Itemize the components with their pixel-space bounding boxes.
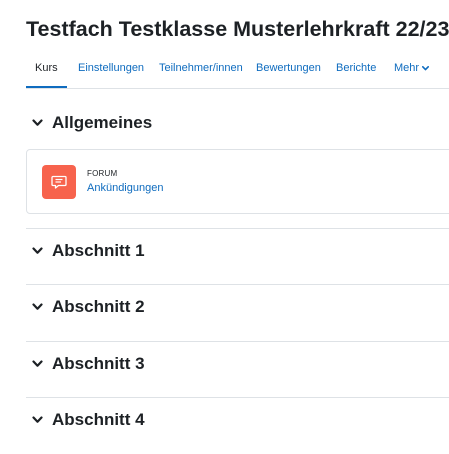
tab-einstellungen[interactable]: Einstellungen: [78, 48, 144, 88]
section-header-abschnitt-1[interactable]: Abschnitt 1: [26, 236, 145, 266]
section-header-allgemeines[interactable]: Allgemeines: [26, 108, 152, 138]
forum-icon[interactable]: [42, 165, 76, 199]
tab-kurs[interactable]: Kurs: [26, 48, 67, 88]
section-divider: [26, 341, 449, 342]
chevron-down-icon[interactable]: [30, 300, 44, 314]
section-header-abschnitt-2[interactable]: Abschnitt 2: [26, 292, 145, 322]
chevron-down-icon: [422, 48, 430, 88]
chevron-down-icon[interactable]: [30, 413, 44, 427]
course-page: Testfach Testklasse Musterlehrkraft 22/2…: [0, 0, 449, 454]
section-title: Abschnitt 3: [52, 354, 145, 373]
secondary-navigation: Kurs Einstellungen Teilnehmer/innen Bewe…: [26, 48, 449, 89]
tab-mehr[interactable]: Mehr: [394, 48, 430, 88]
tab-bewertungen[interactable]: Bewertungen: [256, 48, 321, 88]
tab-teilnehmer[interactable]: Teilnehmer/innen: [159, 48, 243, 88]
section-header-abschnitt-3[interactable]: Abschnitt 3: [26, 349, 145, 379]
section-divider: [26, 284, 449, 285]
activity-type-label: FORUM: [87, 169, 118, 178]
chevron-down-icon[interactable]: [30, 116, 44, 130]
section-title: Abschnitt 1: [52, 241, 145, 260]
section-title: Allgemeines: [52, 113, 153, 132]
tab-berichte[interactable]: Berichte: [336, 48, 376, 88]
page-title: Testfach Testklasse Musterlehrkraft 22/2…: [26, 17, 449, 41]
chevron-down-icon[interactable]: [30, 244, 44, 258]
section-divider: [26, 228, 449, 229]
tab-mehr-label: Mehr: [394, 62, 420, 74]
section-header-abschnitt-4[interactable]: Abschnitt 4: [26, 405, 145, 435]
section-title: Abschnitt 2: [52, 297, 145, 316]
section-divider: [26, 397, 449, 398]
activity-item-forum: FORUM Ankündigungen: [26, 149, 449, 214]
section-title: Abschnitt 4: [52, 410, 145, 429]
chevron-down-icon[interactable]: [30, 357, 44, 371]
activity-link[interactable]: Ankündigungen: [87, 182, 163, 194]
